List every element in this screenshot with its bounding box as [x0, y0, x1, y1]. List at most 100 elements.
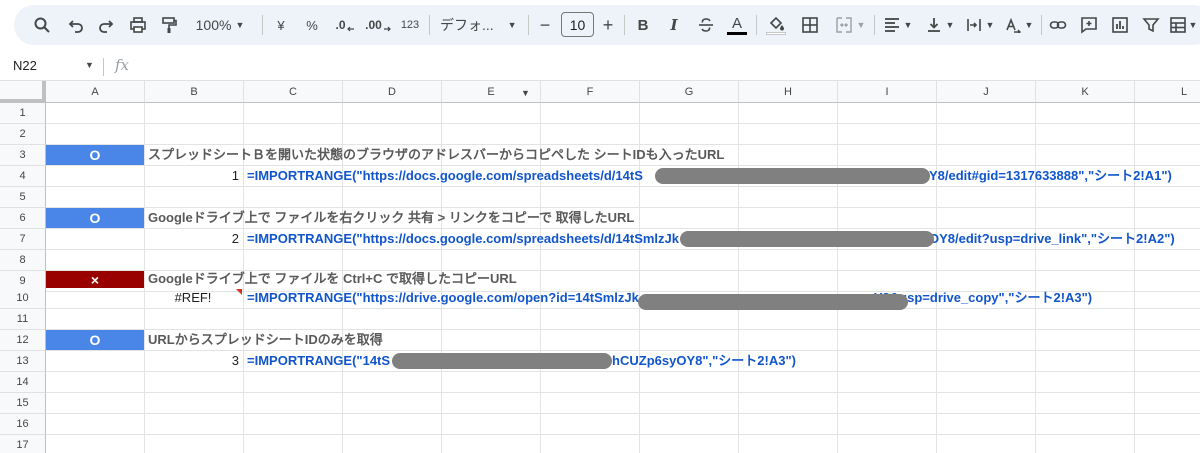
- column-header-d[interactable]: D: [343, 81, 442, 103]
- result-cell[interactable]: 2: [145, 229, 241, 249]
- error-indicator-icon[interactable]: [236, 289, 242, 295]
- row-header[interactable]: 3: [0, 145, 46, 166]
- formula-text-start: =IMPORTRANGE("https://docs.google.com/sp…: [247, 231, 679, 246]
- strikethrough-icon: [699, 18, 713, 32]
- toolbar-divider: [262, 15, 263, 35]
- increase-decimal-button[interactable]: .00: [364, 10, 392, 40]
- merge-cells-icon: [835, 17, 852, 33]
- column-header-k[interactable]: K: [1036, 81, 1135, 103]
- font-family-select[interactable]: デフォ... ▼: [440, 10, 520, 40]
- increase-font-size-button[interactable]: +: [598, 10, 618, 40]
- column-header-f[interactable]: F: [541, 81, 640, 103]
- description-cell[interactable]: Googleドライブ上で ファイルを Ctrl+C で取得したコピーURL: [148, 269, 517, 289]
- row-header[interactable]: 12: [0, 330, 46, 351]
- table-row: [46, 187, 1200, 208]
- zoom-value: 100%: [195, 17, 232, 33]
- column-header-a[interactable]: A: [46, 81, 145, 103]
- percent-format-button[interactable]: %: [301, 10, 323, 40]
- more-formats-button[interactable]: 123: [397, 10, 423, 40]
- row-header[interactable]: 15: [0, 393, 46, 414]
- row-header[interactable]: 11: [0, 309, 46, 330]
- chevron-down-icon: ▼: [235, 20, 245, 30]
- description-cell[interactable]: Googleドライブ上で ファイルを右クリック 共有 > リンクをコピーで 取得…: [148, 208, 634, 228]
- arrow-left-icon: [346, 26, 354, 32]
- borders-icon: [802, 17, 818, 33]
- table-icon: [1169, 17, 1186, 33]
- fill-color-icon: [769, 16, 784, 30]
- row-header[interactable]: 8: [0, 250, 46, 271]
- vertical-align-button[interactable]: ▼: [922, 10, 958, 40]
- text-color-swatch: [727, 31, 747, 35]
- select-all-corner[interactable]: [0, 81, 46, 103]
- text-rotation-button[interactable]: ▼: [1001, 10, 1037, 40]
- column-header-h[interactable]: H: [739, 81, 838, 103]
- name-box[interactable]: N22: [13, 58, 37, 73]
- insert-chart-button[interactable]: [1108, 10, 1132, 40]
- column-header-j[interactable]: J: [937, 81, 1036, 103]
- ref-error-cell[interactable]: #REF!: [145, 288, 241, 308]
- status-cell-ok[interactable]: O: [46, 208, 144, 228]
- bold-button[interactable]: B: [633, 10, 653, 40]
- text-wrapping-button[interactable]: ▼: [962, 10, 998, 40]
- status-cell-ok[interactable]: O: [46, 330, 144, 350]
- paint-format-icon[interactable]: [157, 10, 181, 40]
- merge-cells-button[interactable]: ▼: [830, 10, 870, 40]
- currency-format-button[interactable]: ¥: [270, 10, 292, 40]
- column-header-i[interactable]: I: [838, 81, 937, 103]
- print-icon[interactable]: [126, 10, 150, 40]
- strikethrough-button[interactable]: [694, 10, 718, 40]
- result-cell[interactable]: 3: [145, 351, 241, 371]
- status-cell-ng[interactable]: ×: [46, 271, 144, 288]
- comment-icon: [1081, 17, 1097, 34]
- decrease-font-size-button[interactable]: −: [535, 10, 555, 40]
- fill-color-swatch: [766, 31, 786, 35]
- redaction-bar: [655, 168, 930, 184]
- result-cell[interactable]: 1: [145, 166, 241, 186]
- search-menus-icon[interactable]: [30, 10, 54, 40]
- description-cell[interactable]: スプレッドシートＢを開いた状態のブラウザのアドレスバーからコピペした シートID…: [148, 145, 724, 165]
- chevron-down-icon: ▼: [903, 20, 913, 30]
- toolbar-divider: [1041, 15, 1042, 35]
- chevron-down-icon[interactable]: ▼: [85, 60, 94, 70]
- table-row: [46, 393, 1200, 414]
- table-row: [46, 435, 1200, 453]
- link-icon: [1049, 21, 1067, 29]
- text-rotation-icon: [1005, 17, 1021, 33]
- status-cell-ok[interactable]: O: [46, 145, 144, 165]
- text-color-button[interactable]: A: [725, 10, 749, 40]
- row-header[interactable]: 17: [0, 435, 46, 453]
- row-header[interactable]: 1: [0, 103, 46, 124]
- table-view-button[interactable]: ▼: [1168, 10, 1198, 40]
- description-cell[interactable]: URLからスプレッドシートIDのみを取得: [148, 330, 383, 350]
- row-header[interactable]: 6: [0, 208, 46, 229]
- redo-icon[interactable]: [94, 10, 118, 40]
- font-size-input[interactable]: 10: [561, 12, 594, 37]
- column-menu-caret-icon[interactable]: ▼: [521, 88, 530, 98]
- column-header-g[interactable]: G: [640, 81, 739, 103]
- redaction-bar: [680, 231, 934, 247]
- chevron-down-icon: ▼: [985, 20, 995, 30]
- horizontal-align-button[interactable]: ▼: [880, 10, 916, 40]
- fill-color-button[interactable]: [764, 10, 788, 40]
- column-header-c[interactable]: C: [244, 81, 343, 103]
- create-filter-button[interactable]: [1139, 10, 1163, 40]
- formula-bar: N22 ▼ fx: [0, 51, 1200, 81]
- zoom-select[interactable]: 100% ▼: [190, 10, 250, 40]
- row-header[interactable]: 5: [0, 187, 46, 208]
- column-header-b[interactable]: B: [145, 81, 244, 103]
- undo-icon[interactable]: [64, 10, 88, 40]
- column-header-l[interactable]: L: [1135, 81, 1200, 103]
- insert-link-button[interactable]: [1046, 10, 1070, 40]
- row-header[interactable]: 2: [0, 124, 46, 145]
- row-header[interactable]: 4: [0, 166, 46, 187]
- row-header[interactable]: 16: [0, 414, 46, 435]
- decrease-decimal-button[interactable]: .0: [332, 10, 358, 40]
- row-header[interactable]: 14: [0, 372, 46, 393]
- row-header[interactable]: 10: [0, 288, 46, 309]
- borders-button[interactable]: [798, 10, 822, 40]
- italic-button[interactable]: I: [664, 10, 684, 40]
- row-header[interactable]: 13: [0, 351, 46, 372]
- row-header[interactable]: 7: [0, 229, 46, 250]
- insert-comment-button[interactable]: [1077, 10, 1101, 40]
- arrow-right-icon: [383, 26, 391, 32]
